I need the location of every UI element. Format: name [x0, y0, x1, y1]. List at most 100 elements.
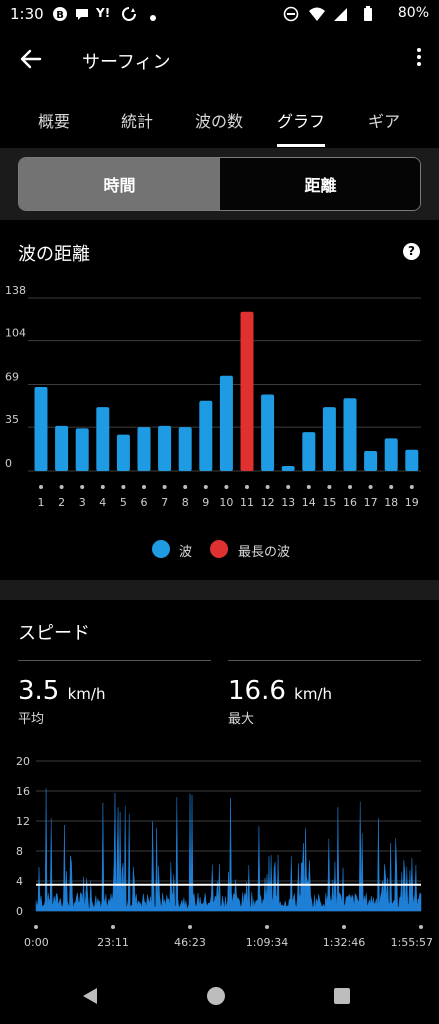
tab-graph[interactable]: グラフ	[262, 108, 340, 132]
y-tick-label: 0	[16, 905, 23, 918]
x-tick-label: 8	[182, 496, 189, 509]
wave-bar[interactable]	[55, 425, 69, 471]
x-tick-label: 12	[261, 496, 275, 509]
nav-home-button[interactable]	[206, 986, 226, 1010]
x-tick-label: 17	[364, 496, 378, 509]
x-tick-dot	[265, 925, 269, 929]
wave-bar[interactable]	[343, 398, 357, 471]
x-tick-dot	[188, 925, 192, 929]
dot-icon	[150, 10, 156, 25]
y-tick-label: 104	[5, 327, 26, 340]
wave-distance-title: 波の距離	[18, 244, 90, 265]
wave-bar[interactable]	[158, 425, 172, 471]
wave-bar[interactable]	[384, 438, 398, 471]
legend-wave-swatch	[152, 540, 170, 558]
y-tick-label: 138	[5, 285, 26, 297]
x-tick-dot	[142, 485, 146, 489]
wave-bar[interactable]	[178, 427, 192, 471]
nav-recents-button[interactable]	[334, 988, 350, 1008]
wave-bar[interactable]	[96, 407, 110, 471]
wave-bar[interactable]	[240, 311, 254, 471]
nav-back-button[interactable]	[80, 986, 100, 1010]
back-button[interactable]	[14, 44, 48, 74]
battery-icon	[363, 6, 373, 26]
wave-bar[interactable]	[405, 449, 419, 471]
segment-distance-button[interactable]: 距離	[220, 158, 420, 210]
wave-bar[interactable]	[302, 432, 316, 471]
wave-bar[interactable]	[199, 400, 213, 471]
tab-overview[interactable]: 概要	[15, 108, 93, 132]
x-tick-dot	[368, 485, 373, 489]
y-tick-label: 0	[5, 457, 12, 470]
x-tick-dot	[306, 485, 311, 489]
legend-longest-swatch	[210, 540, 228, 558]
time-distance-toggle: 時間 距離	[18, 157, 421, 211]
max-speed: 16.6 km/h	[228, 676, 332, 706]
avg-speed-value: 3.5	[18, 676, 60, 706]
x-tick-label: 0:00	[24, 936, 49, 949]
x-tick-dot	[59, 485, 64, 489]
x-tick-dot	[327, 485, 332, 489]
wave-bar[interactable]	[364, 450, 378, 471]
x-tick-dot	[389, 485, 394, 489]
legend-longest-label: 最長の波	[238, 545, 291, 560]
yahoo-icon: Y!	[96, 6, 111, 20]
max-speed-value: 16.6	[228, 676, 286, 706]
square-recents-icon	[334, 988, 350, 1004]
x-tick-label: 1	[38, 496, 45, 509]
x-tick-label: 18	[384, 496, 398, 509]
status-bar: 1:30 B Y! 80%	[0, 0, 439, 30]
y-tick-label: 35	[5, 413, 19, 426]
x-tick-label: 16	[343, 496, 357, 509]
x-tick-dot	[183, 485, 188, 489]
wave-bar[interactable]	[137, 427, 151, 471]
signal-icon	[332, 6, 348, 26]
triangle-back-icon	[83, 988, 97, 1004]
segment-time-button[interactable]: 時間	[19, 158, 220, 210]
x-tick-dot	[203, 485, 208, 489]
help-icon[interactable]: ?	[403, 243, 420, 260]
x-tick-label: 23:11	[97, 936, 129, 949]
max-speed-label: 最大	[228, 712, 255, 727]
notification-b-icon: B	[52, 6, 68, 26]
x-tick-label: 11	[240, 496, 254, 509]
x-tick-label: 10	[219, 496, 233, 509]
wave-distance-chart: 035691041381 2 3 4 5 6 7 8 9 10 11 12 13 14 15 16 17 18 19	[5, 285, 421, 509]
x-tick-label: 3	[79, 496, 86, 509]
x-tick-dot	[342, 925, 346, 929]
wave-bar[interactable]	[281, 465, 295, 471]
x-tick-dot	[224, 485, 229, 489]
dnd-icon	[283, 6, 299, 26]
wave-bar[interactable]	[34, 387, 48, 471]
chat-icon	[74, 6, 90, 26]
y-tick-label: 20	[16, 755, 30, 768]
x-tick-dot	[348, 485, 352, 489]
x-tick-label: 46:23	[174, 936, 206, 949]
x-tick-dot	[111, 925, 115, 929]
wave-bar[interactable]	[75, 428, 89, 471]
more-vert-icon	[417, 48, 421, 52]
y-tick-label: 69	[5, 371, 19, 384]
max-speed-unit: km/h	[294, 685, 333, 703]
tab-wave-count[interactable]: 波の数	[180, 108, 258, 132]
wave-bar[interactable]	[322, 407, 336, 471]
status-time: 1:30	[10, 5, 44, 23]
y-tick-label: 16	[16, 785, 30, 798]
legend-wave-label: 波	[179, 545, 193, 560]
speed-title: スピード	[18, 623, 90, 644]
wave-bar[interactable]	[261, 394, 275, 471]
x-tick-label: 1:32:46	[323, 936, 365, 949]
x-tick-dot	[162, 485, 167, 489]
avg-divider	[18, 660, 211, 661]
tab-stats[interactable]: 統計	[98, 108, 176, 132]
x-tick-label: 2	[58, 496, 65, 509]
more-options-button[interactable]	[413, 48, 425, 72]
wave-bar[interactable]	[116, 434, 130, 471]
svg-text:B: B	[56, 10, 64, 21]
arrow-left-icon	[20, 49, 42, 69]
wave-bar[interactable]	[219, 375, 233, 471]
x-tick-dot	[419, 925, 423, 929]
battery-percent: 80%	[397, 5, 429, 21]
circle-home-icon	[207, 987, 225, 1005]
tab-gear[interactable]: ギア	[345, 108, 423, 132]
